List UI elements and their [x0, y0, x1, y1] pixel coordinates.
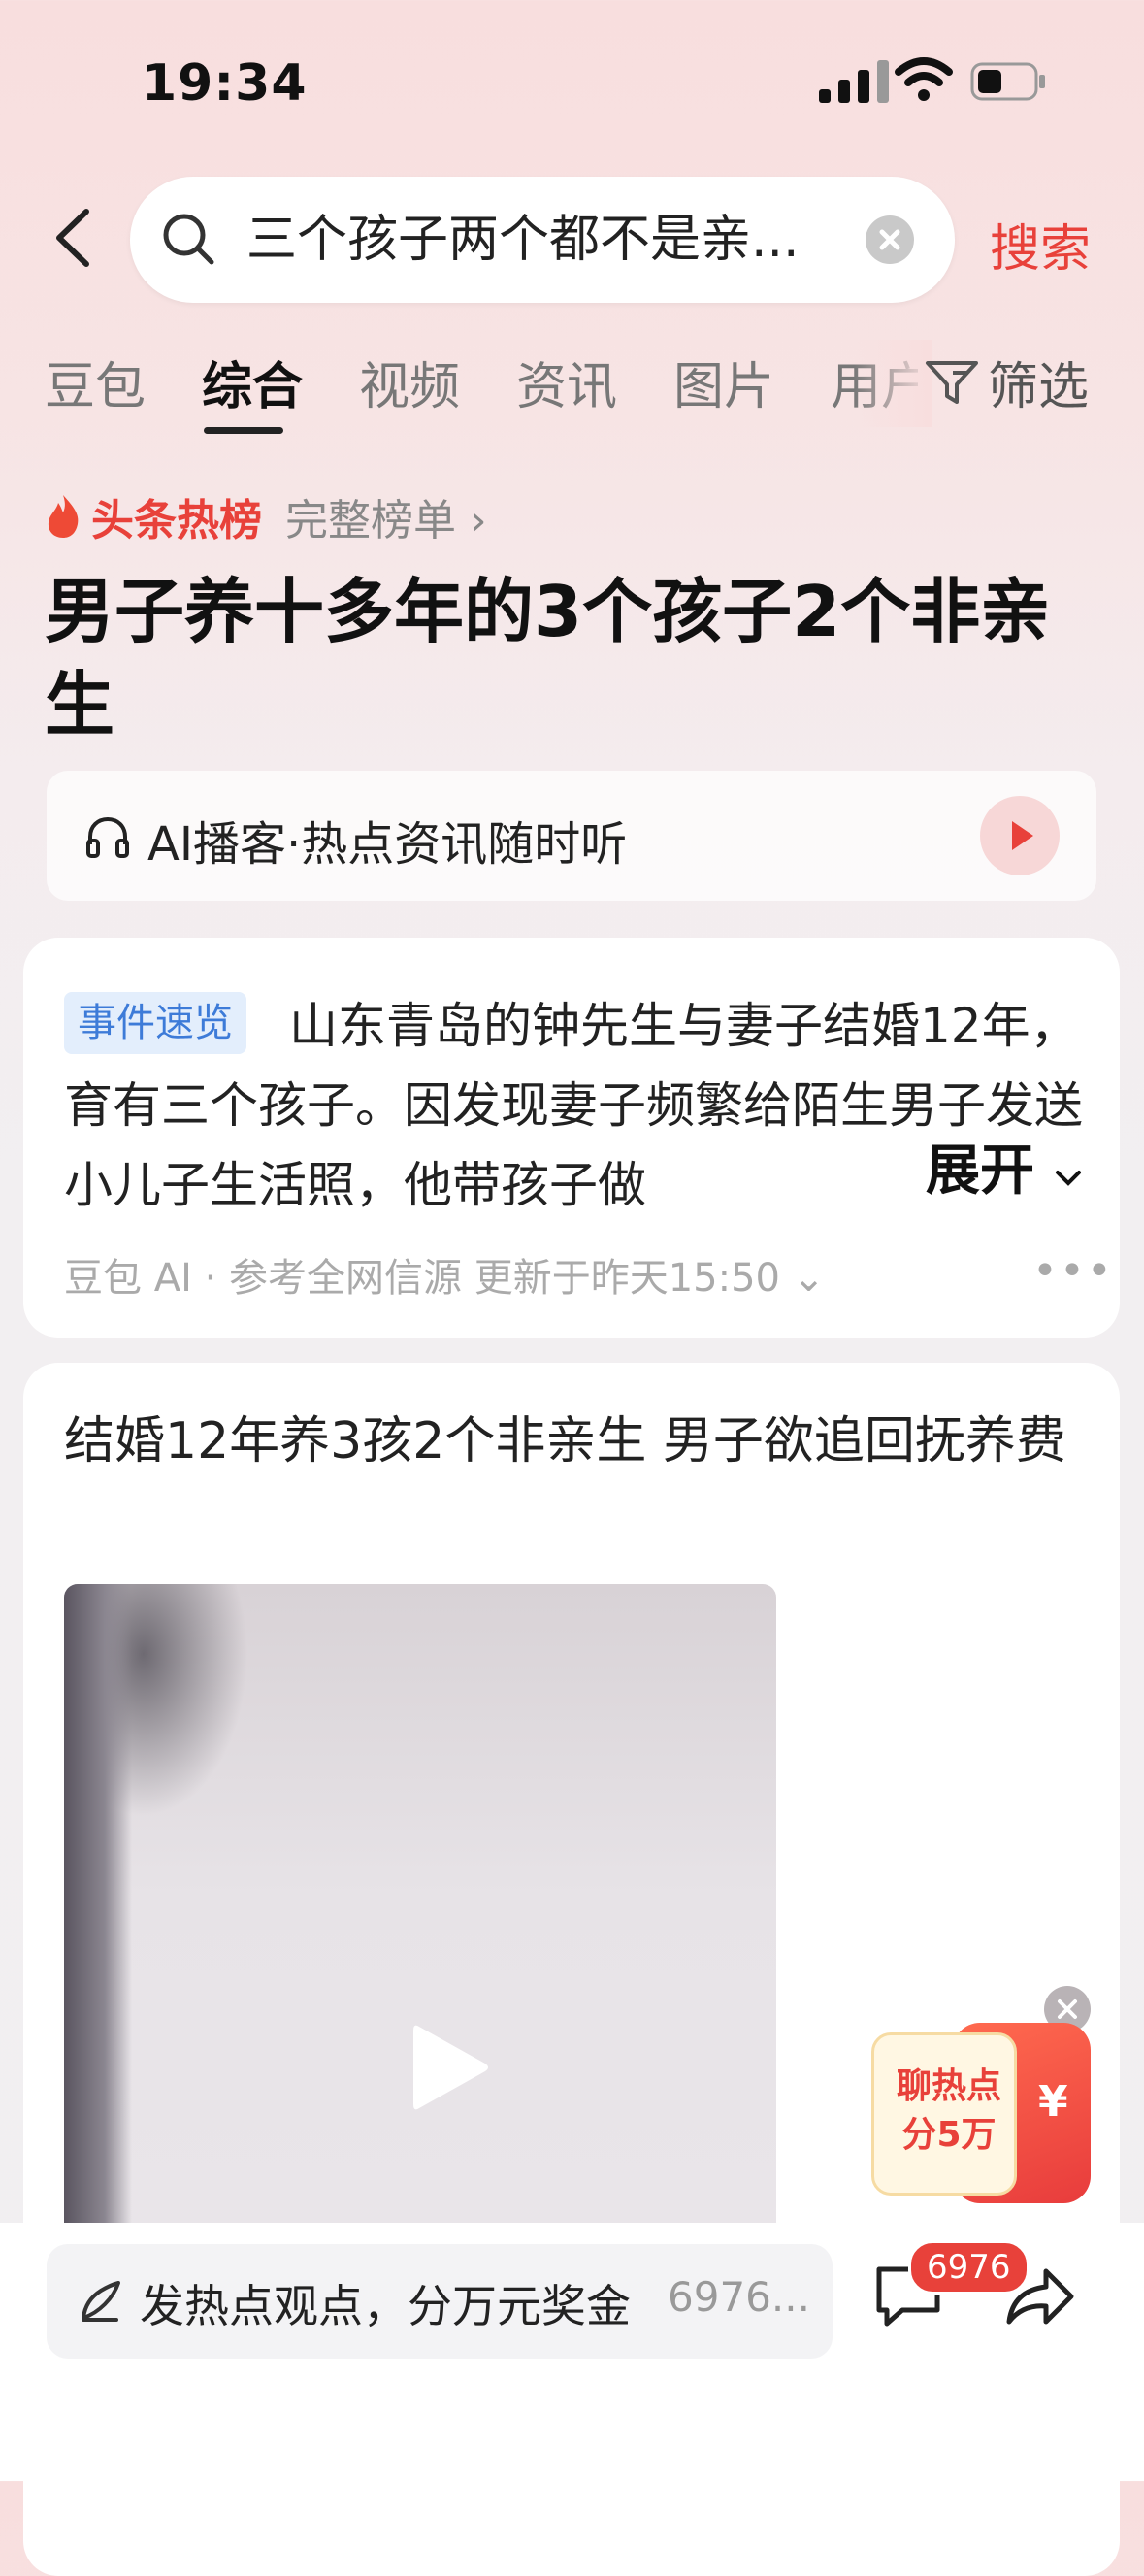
comment-placeholder: 发热点观点，分万元奖金: [140, 2280, 631, 2332]
hot-topic-promo[interactable]: ¥ 聊热点分5万: [871, 2023, 1091, 2203]
news-title[interactable]: 结婚12年养3孩2个非亲生 男子欲追回抚养费: [64, 1402, 1073, 1481]
ai-podcast-bar[interactable]: AI播客·热点资讯随时听: [47, 771, 1096, 901]
expand-label: 展开: [926, 1139, 1034, 1203]
tab-video[interactable]: 视频: [359, 346, 460, 418]
battery-icon: [970, 62, 1045, 101]
promo-card: 聊热点分5万: [871, 2032, 1017, 2196]
chevron-left-icon: [56, 209, 89, 267]
share-icon[interactable]: [1003, 2262, 1077, 2331]
chevron-down-icon: [1055, 1171, 1081, 1186]
summary-badge: 事件速览: [64, 992, 246, 1054]
filter-icon: [926, 360, 978, 404]
search-button[interactable]: 搜索: [990, 208, 1091, 281]
search-tabs: 豆包 综合 视频 资讯 图片 用户: [45, 346, 918, 423]
hot-list-row[interactable]: 头条热榜 完整榜单 ›: [45, 485, 487, 547]
podcast-play-button[interactable]: [980, 796, 1060, 875]
pen-icon: [82, 2281, 120, 2322]
active-tab-indicator: [204, 427, 283, 434]
search-icon: [163, 214, 214, 265]
hot-headline[interactable]: 男子养十多年的3个孩子2个非亲生: [45, 565, 1112, 751]
status-time: 19:34: [142, 54, 308, 113]
hot-list-label: 头条热榜: [91, 496, 262, 545]
headphones-icon: [86, 816, 129, 858]
tab-news[interactable]: 资讯: [516, 346, 617, 418]
flame-icon: [48, 495, 79, 538]
tab-doubao[interactable]: 豆包: [45, 346, 146, 418]
search-query: 三个孩子两个都不是亲...: [246, 211, 800, 269]
promo-line2: 分5万: [901, 2115, 997, 2155]
bottom-bar: 发热点观点，分万元奖金 6976... 6976: [0, 2223, 1144, 2481]
play-icon: [1012, 821, 1033, 850]
comment-input[interactable]: 发热点观点，分万元奖金 6976...: [47, 2244, 833, 2359]
comment-count-inline: 6976...: [668, 2273, 810, 2321]
expand-button[interactable]: 展开: [867, 1132, 1083, 1211]
tab-all[interactable]: 综合: [202, 346, 303, 418]
event-summary-card[interactable]: 山东青岛的钟先生与妻子结婚12年，育有三个孩子。因发现妻子频繁给陌生男子发送小儿…: [23, 938, 1120, 1338]
promo-line1: 聊热点: [896, 2066, 1001, 2106]
wifi-icon: [895, 57, 953, 101]
promo-text: 聊热点分5万: [886, 2063, 1012, 2160]
cellular-signal-icon: [819, 60, 889, 103]
tabs-fade: [854, 340, 932, 427]
filter-button[interactable]: 筛选: [924, 346, 1089, 418]
back-button[interactable]: [49, 204, 97, 272]
play-icon: [413, 2025, 488, 2110]
tab-images[interactable]: 图片: [673, 346, 774, 418]
search-input[interactable]: 三个孩子两个都不是亲...: [130, 177, 955, 303]
summary-source[interactable]: 豆包 AI · 参考全网信源 更新于昨天15:50 ⌄: [64, 1246, 825, 1303]
filter-label: 筛选: [988, 358, 1090, 416]
full-list-link[interactable]: 完整榜单 ›: [285, 485, 487, 547]
more-icon[interactable]: •••: [1032, 1246, 1114, 1296]
yen-icon: ¥: [1038, 2077, 1068, 2127]
clear-icon[interactable]: [866, 215, 914, 264]
podcast-text: AI播客·热点资讯随时听: [147, 817, 628, 872]
